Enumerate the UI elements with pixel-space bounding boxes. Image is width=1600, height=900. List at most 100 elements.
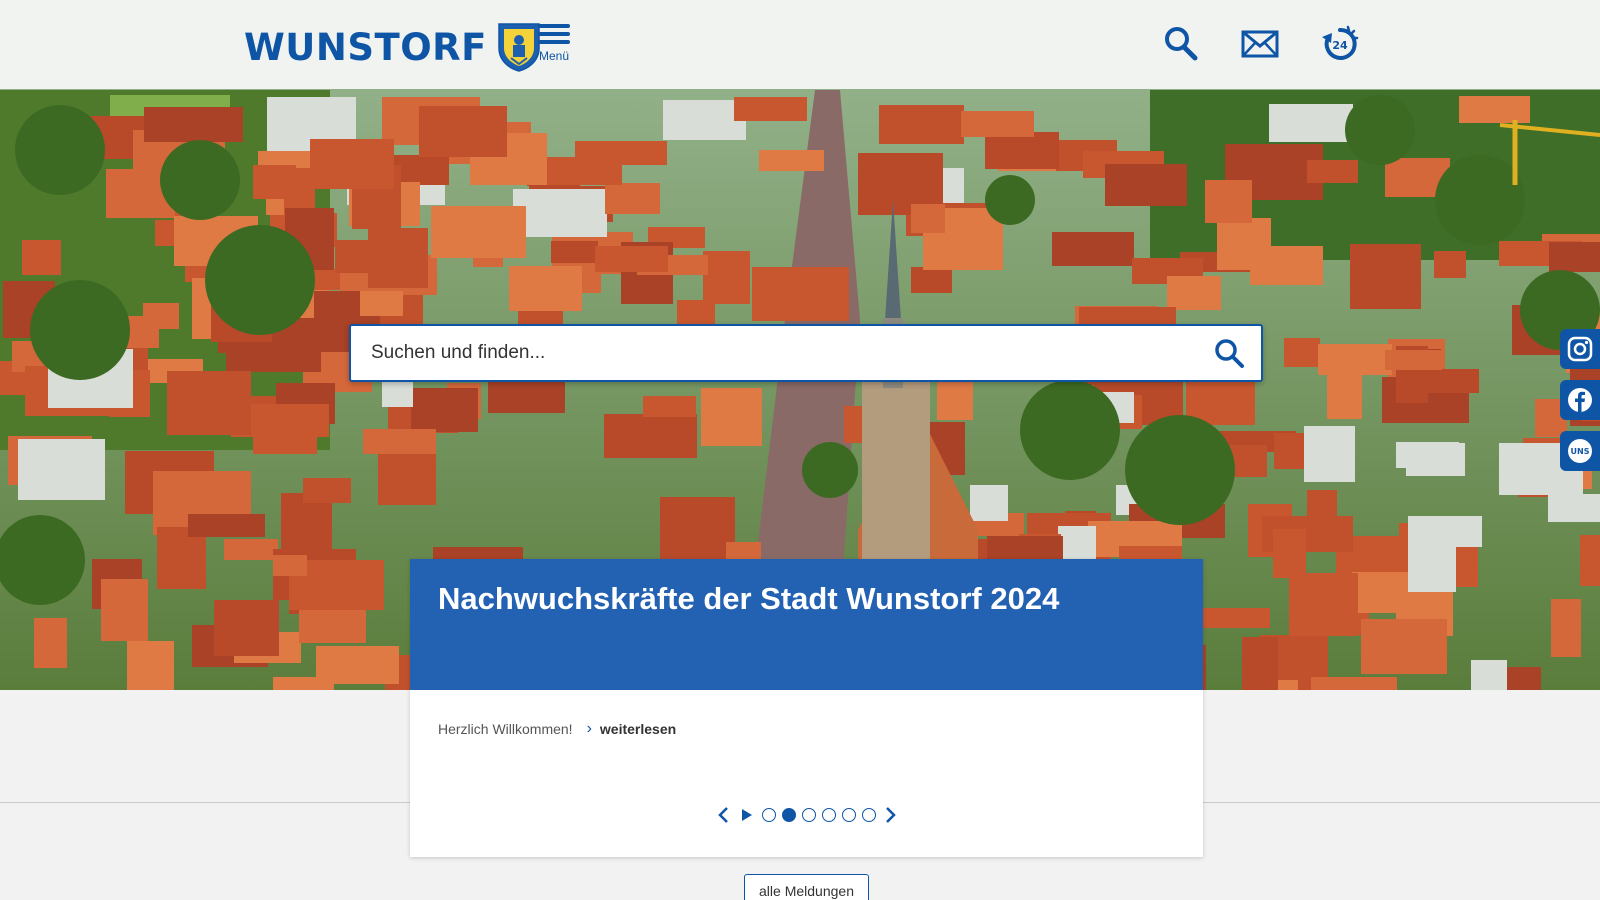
roof-shape (985, 132, 1059, 169)
play-button[interactable] (738, 804, 756, 826)
slide-dot-2[interactable] (781, 808, 796, 822)
roof-shape (1205, 180, 1252, 223)
slide-dot-1[interactable] (761, 808, 776, 822)
facebook-link[interactable] (1560, 380, 1600, 420)
roof-shape (759, 150, 824, 171)
hamburger-icon (538, 24, 570, 48)
chevron-right-icon: › (586, 720, 592, 737)
roof-shape (703, 251, 750, 304)
chevron-left-icon (717, 807, 728, 823)
roof-shape (1307, 490, 1337, 519)
roof-shape (188, 514, 265, 537)
roof-shape (1423, 369, 1479, 393)
roof-shape (1217, 218, 1271, 270)
roof-shape (411, 388, 478, 432)
menu-button[interactable]: Menü (536, 24, 572, 63)
news-title: Nachwuchskräfte der Stadt Wunstorf 2024 (438, 581, 1060, 616)
roof-shape (303, 478, 351, 503)
menu-label: Menü (538, 49, 570, 63)
mail-icon[interactable] (1240, 24, 1280, 64)
chevron-right-icon (885, 807, 896, 823)
roof-shape (1273, 529, 1306, 578)
roof-shape (752, 267, 849, 321)
roof-shape (1459, 96, 1530, 123)
roof-shape (224, 539, 278, 560)
slide-dot-5[interactable] (841, 808, 856, 822)
roof-shape (253, 165, 296, 199)
roof-shape (1471, 660, 1507, 690)
search-icon[interactable] (1161, 24, 1201, 64)
roof-shape (879, 105, 964, 144)
roof-shape (544, 157, 622, 185)
roof-shape (660, 497, 735, 560)
roof-shape (970, 485, 1008, 521)
facebook-icon (1568, 388, 1592, 412)
uns-app-icon: UNS (1568, 439, 1592, 463)
all-news-button[interactable]: alle Meldungen (744, 874, 869, 900)
roof-shape (316, 646, 399, 684)
roof-shape (595, 246, 668, 272)
roof-shape (1580, 535, 1600, 586)
roof-shape (961, 111, 1034, 137)
slide-dot-3[interactable] (801, 808, 816, 822)
news-slider-card: Nachwuchskräfte der Stadt Wunstorf 2024 … (410, 559, 1203, 857)
news-teaser: Herzlich Willkommen! › weiterlesen (438, 720, 676, 738)
roof-shape (1105, 164, 1187, 206)
roof-shape (663, 100, 746, 140)
roof-shape (911, 267, 952, 293)
roof-shape (431, 206, 526, 258)
coat-of-arms-icon (498, 23, 540, 72)
roof-shape (734, 97, 807, 121)
slide-dot-6[interactable] (861, 808, 876, 822)
site-logo[interactable]: WUNSTORF (244, 22, 541, 72)
roof-shape (1361, 619, 1447, 674)
read-more-link[interactable]: weiterlesen (600, 721, 676, 737)
24h-service-icon[interactable]: 24 (1320, 24, 1360, 64)
roof-shape (144, 107, 243, 142)
slider-controls (410, 803, 1203, 827)
roof-shape (1408, 516, 1482, 547)
roof-shape (551, 241, 598, 263)
roof-shape (127, 641, 174, 690)
roof-shape (911, 204, 945, 233)
roof-shape (1242, 637, 1278, 690)
uns-app-link[interactable]: UNS (1560, 431, 1600, 471)
roof-shape (509, 266, 582, 311)
prev-slide-button[interactable] (714, 804, 732, 826)
roof-shape (1318, 344, 1392, 375)
next-slide-button[interactable] (882, 804, 900, 826)
logo-text: WUNSTORF (244, 25, 487, 69)
play-icon (741, 809, 752, 821)
roof-shape (605, 183, 660, 214)
roof-shape (1385, 350, 1442, 370)
news-banner[interactable]: Nachwuchskräfte der Stadt Wunstorf 2024 (410, 559, 1203, 690)
roof-shape (1304, 426, 1355, 482)
search-submit-icon[interactable] (1213, 338, 1245, 370)
roof-shape (1548, 494, 1600, 522)
slide-dot-4[interactable] (821, 808, 836, 822)
svg-text:24: 24 (1332, 39, 1348, 52)
roof-shape (22, 240, 61, 275)
news-teaser-text: Herzlich Willkommen! (438, 721, 573, 737)
roof-shape (419, 106, 507, 157)
roof-shape (363, 429, 436, 454)
roof-shape (1269, 104, 1353, 142)
roof-shape (513, 189, 607, 237)
roof-shape (701, 388, 762, 446)
roof-shape (1434, 251, 1466, 278)
search-input[interactable] (371, 326, 1191, 380)
roof-shape (1503, 667, 1541, 690)
roof-shape (1284, 338, 1320, 367)
roof-shape (273, 555, 307, 576)
roof-shape (1396, 442, 1459, 468)
roof-shape (1311, 677, 1397, 690)
roof-shape (1549, 242, 1600, 272)
roof-shape (360, 291, 403, 316)
roof-shape (643, 396, 696, 417)
roof-shape (1194, 608, 1270, 628)
svg-text:UNS: UNS (1571, 447, 1590, 456)
roof-shape (214, 600, 279, 656)
roof-shape (101, 579, 148, 641)
instagram-link[interactable] (1560, 329, 1600, 369)
instagram-icon (1567, 336, 1593, 362)
